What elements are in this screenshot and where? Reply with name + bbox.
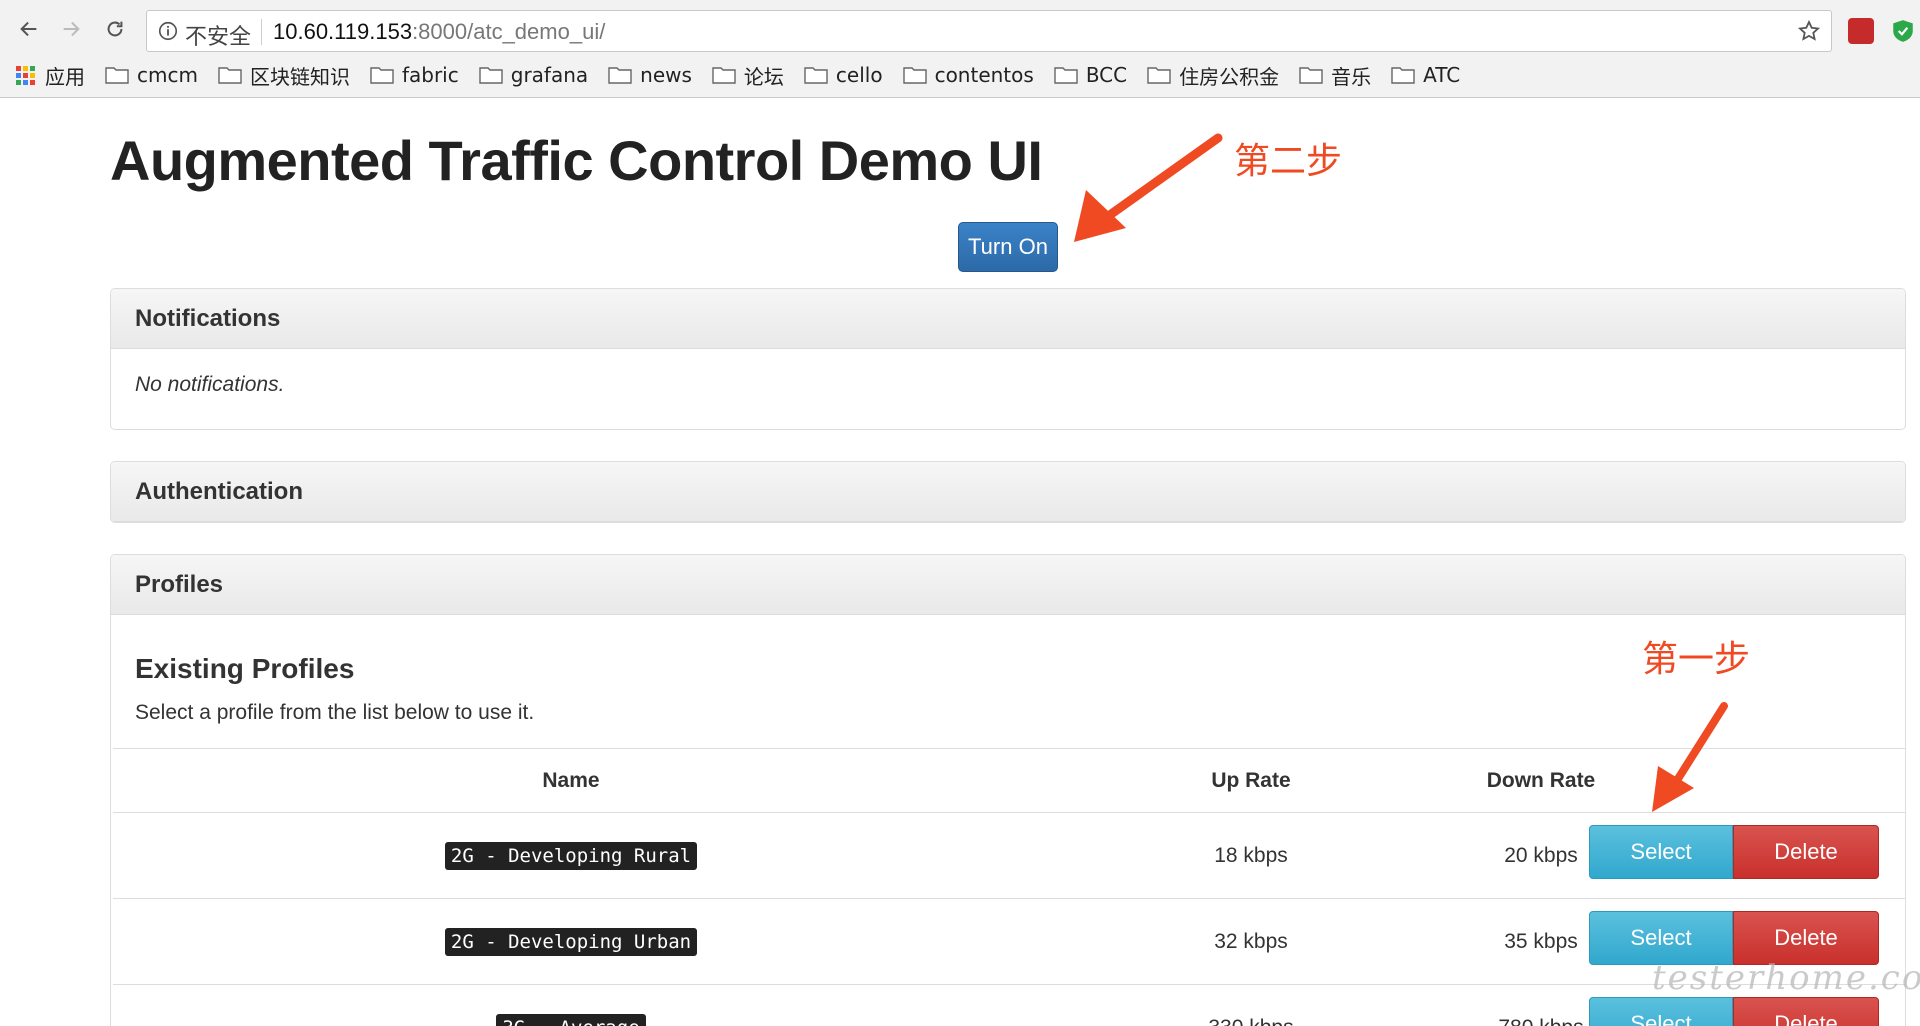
existing-profiles-title: Existing Profiles xyxy=(135,653,355,684)
back-button[interactable] xyxy=(14,14,44,44)
bookmark-label: news xyxy=(640,63,692,87)
profile-name: 2G - Developing Urban xyxy=(444,927,698,956)
url-path: :8000/atc_demo_ui/ xyxy=(412,19,606,44)
bookmark-folder[interactable]: cmcm xyxy=(105,63,198,87)
url-host: 10.60.119.153 xyxy=(273,19,413,44)
table-row: 2G - Developing Urban 32 kbps 35 kbps Se… xyxy=(113,899,1905,985)
profile-up-rate: 32 kbps xyxy=(1214,929,1288,953)
folder-icon xyxy=(1299,67,1323,84)
profile-name-cell: 3G - Average xyxy=(113,985,1029,1026)
address-bar[interactable]: 不安全 10.60.119.153:8000/atc_demo_ui/ xyxy=(146,10,1832,52)
step-one-annotation: 第一步 xyxy=(1642,639,1751,680)
bookmark-folder[interactable]: grafana xyxy=(479,63,588,87)
step-two-arrow-icon xyxy=(1074,133,1223,242)
folder-icon xyxy=(712,67,736,84)
folder-icon xyxy=(1147,67,1171,84)
profile-name: 2G - Developing Rural xyxy=(444,841,698,870)
bookmark-folder[interactable]: BCC xyxy=(1054,63,1127,87)
select-profile-button[interactable]: Select xyxy=(1589,997,1733,1026)
bookmark-label: 音乐 xyxy=(1331,64,1372,89)
profiles-heading[interactable]: Profiles xyxy=(111,555,1905,615)
bookmark-label: 住房公积金 xyxy=(1179,64,1280,89)
bookmark-label: fabric xyxy=(401,63,459,87)
bookmark-label: cello xyxy=(835,63,883,87)
bookmark-label: grafana xyxy=(510,63,589,87)
bookmark-folder[interactable]: cello xyxy=(804,63,883,87)
no-notifications-text: No notifications. xyxy=(135,373,285,396)
profile-name-cell: 2G - Developing Rural xyxy=(113,813,1029,898)
profiles-table: Name Up Rate Down Rate 2G - Developing R… xyxy=(113,748,1905,1026)
folder-icon xyxy=(608,67,632,84)
bookmark-folder[interactable]: 区块链知识 xyxy=(218,61,350,90)
profile-name: 3G - Average xyxy=(496,1013,646,1026)
bookmark-label: 论坛 xyxy=(743,64,784,89)
reload-icon xyxy=(107,21,123,37)
bookmark-folder[interactable]: 音乐 xyxy=(1299,61,1371,90)
url-text[interactable]: 10.60.119.153:8000/atc_demo_ui/ xyxy=(273,19,605,45)
bookmark-folder[interactable]: ATC xyxy=(1391,63,1460,87)
bookmark-label: 应用 xyxy=(45,64,85,89)
table-header-row: Name Up Rate Down Rate xyxy=(113,749,1905,813)
existing-profiles-subtitle: Select a profile from the list below to … xyxy=(135,701,535,724)
watermark: testerhome.com xyxy=(1652,958,1920,998)
omnibox-divider xyxy=(261,19,262,45)
bookmark-folder[interactable]: fabric xyxy=(370,63,459,87)
folder-icon xyxy=(370,67,394,84)
bookmark-folder[interactable]: news xyxy=(608,63,692,87)
back-arrow-icon xyxy=(20,21,37,37)
forward-button[interactable] xyxy=(56,14,86,44)
folder-icon xyxy=(1391,67,1415,84)
profile-up-rate: 18 kbps xyxy=(1214,843,1288,867)
bookmark-folder[interactable]: contentos xyxy=(902,63,1034,87)
folder-icon xyxy=(902,67,927,84)
bookmark-label: contentos xyxy=(934,63,1034,87)
browser-chrome: 不安全 10.60.119.153:8000/atc_demo_ui/ 应用 c… xyxy=(0,0,1920,98)
notifications-heading[interactable]: Notifications xyxy=(111,289,1905,349)
info-icon[interactable] xyxy=(157,20,179,42)
flash-extension-icon[interactable] xyxy=(1848,18,1874,44)
security-label[interactable]: 不安全 xyxy=(185,19,251,51)
select-profile-button[interactable]: Select xyxy=(1589,911,1733,965)
authentication-panel: Authentication xyxy=(110,461,1906,523)
notifications-panel: Notifications No notifications. xyxy=(110,288,1906,430)
profile-name-cell: 2G - Developing Urban xyxy=(113,899,1029,984)
bookmark-label: BCC xyxy=(1085,63,1128,87)
profile-up-rate: 330 kbps xyxy=(1151,985,1351,1026)
authentication-heading[interactable]: Authentication xyxy=(111,462,1905,522)
page-title: Augmented Traffic Control Demo UI xyxy=(110,129,1043,192)
bookmarks-bar: 应用 cmcm 区块链知识 fabric grafana news 论坛 cel… xyxy=(16,60,1480,90)
table-row: 3G - Average 330 kbps 780 kbps Select De… xyxy=(113,985,1905,1026)
folder-icon xyxy=(1054,67,1078,84)
apps-grid-icon xyxy=(16,65,35,85)
step-two-annotation: 第二步 xyxy=(1234,141,1343,182)
column-header-down-rate: Down Rate xyxy=(1486,768,1596,792)
folder-icon xyxy=(105,67,129,84)
turn-on-button[interactable]: Turn On xyxy=(958,222,1058,272)
delete-profile-button[interactable]: Delete xyxy=(1733,911,1879,965)
profiles-panel: Profiles Existing Profiles Select a prof… xyxy=(110,554,1906,1026)
bookmark-star-icon[interactable] xyxy=(1797,19,1821,43)
notifications-body: No notifications. xyxy=(111,349,1905,421)
delete-profile-button[interactable]: Delete xyxy=(1733,997,1879,1026)
forward-arrow-icon xyxy=(63,21,80,37)
step-one-arrow-icon xyxy=(1652,702,1728,812)
delete-profile-button[interactable]: Delete xyxy=(1733,825,1879,879)
bookmark-folder[interactable]: 住房公积金 xyxy=(1147,61,1279,90)
bookmark-label: cmcm xyxy=(137,63,198,87)
folder-icon xyxy=(218,67,242,84)
shield-extension-icon[interactable] xyxy=(1890,18,1916,44)
bookmark-apps[interactable]: 应用 xyxy=(16,61,85,90)
select-profile-button[interactable]: Select xyxy=(1589,825,1733,879)
folder-icon xyxy=(479,67,503,84)
reload-button[interactable] xyxy=(100,14,130,44)
bookmark-folder[interactable]: 论坛 xyxy=(712,61,784,90)
bookmark-label: ATC xyxy=(1423,63,1461,87)
column-header-name: Name xyxy=(542,768,600,792)
column-header-up-rate: Up Rate xyxy=(1211,768,1291,792)
table-row: 2G - Developing Rural 18 kbps 20 kbps Se… xyxy=(113,813,1905,899)
bookmark-label: 区块链知识 xyxy=(249,64,350,89)
folder-icon xyxy=(804,67,828,84)
